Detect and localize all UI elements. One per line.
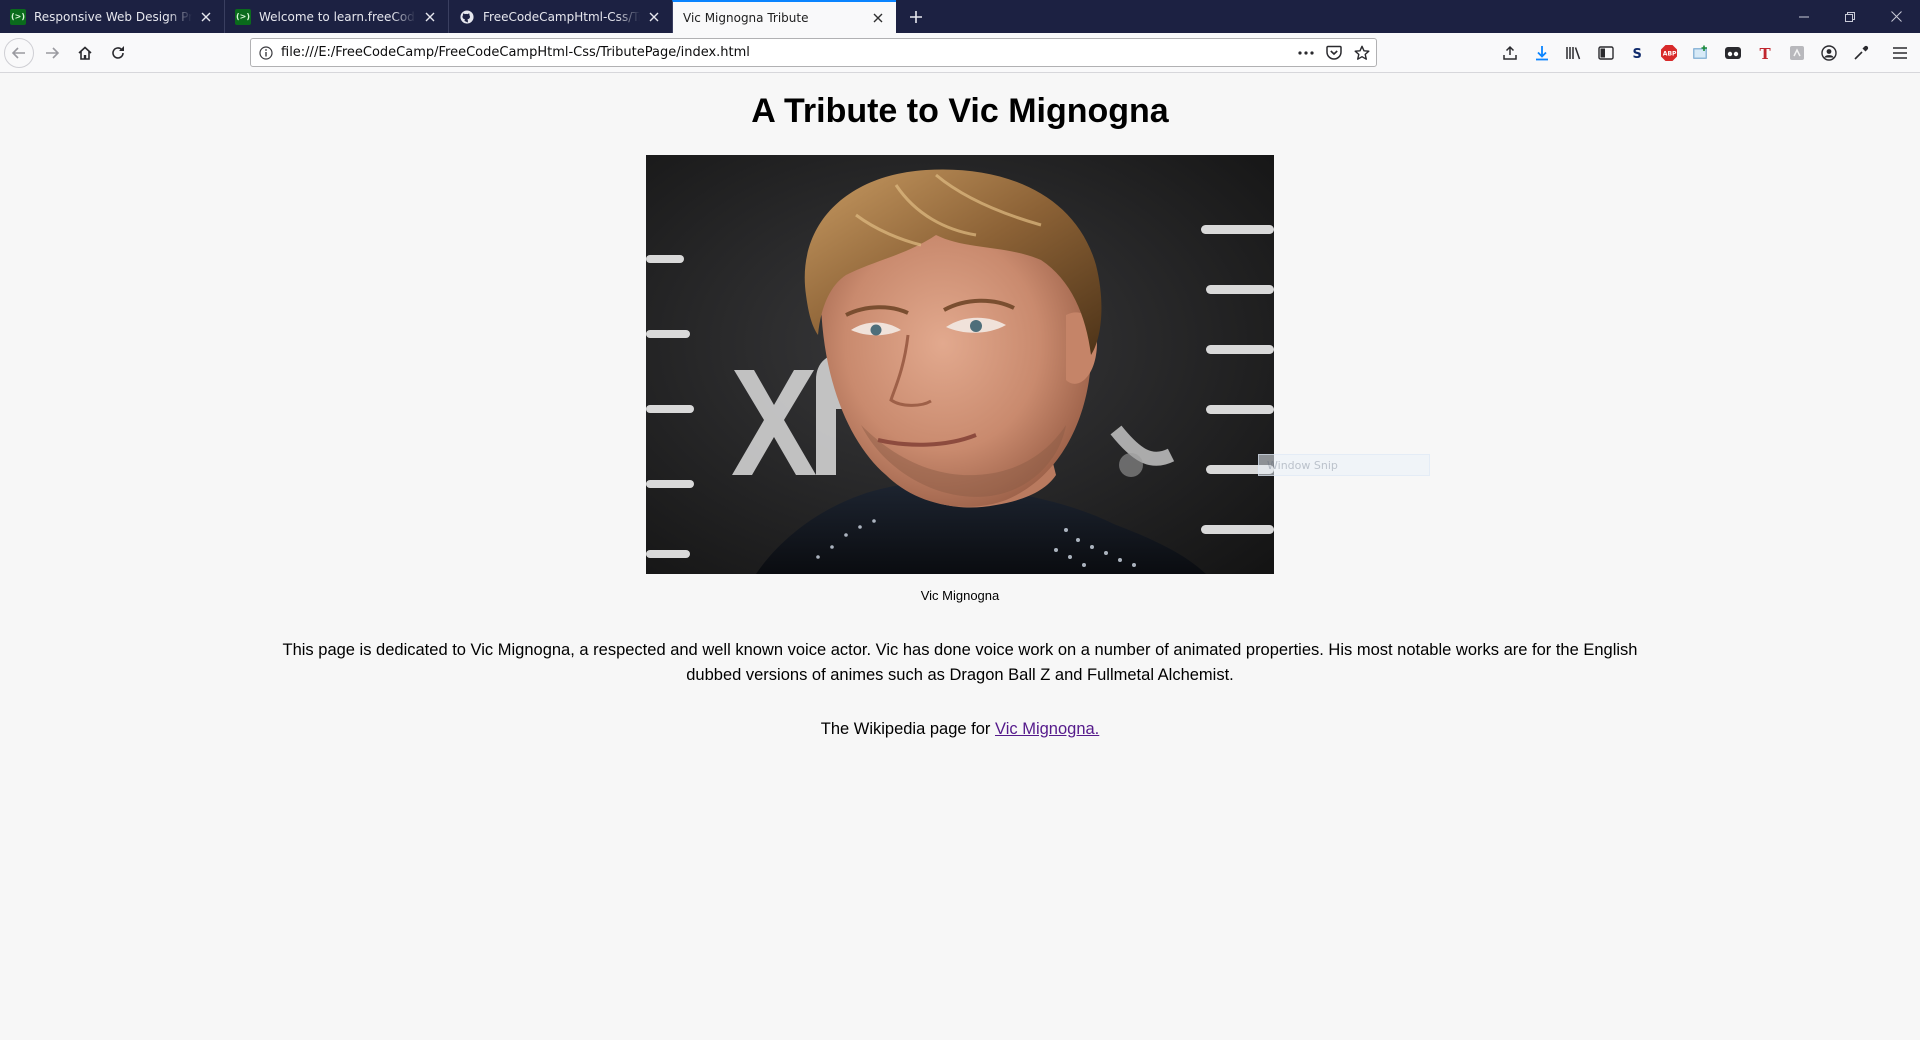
svg-text:ABP: ABP (1663, 51, 1677, 58)
wikipedia-line: The Wikipedia page for Vic Mignogna. (0, 720, 1920, 739)
menu-button[interactable] (1888, 41, 1912, 65)
pocket-icon (1326, 45, 1342, 60)
portrait-image (646, 155, 1274, 574)
incognito-icon (1725, 47, 1741, 59)
arrow-left-icon (11, 47, 25, 59)
download-arrow-icon (1536, 46, 1548, 61)
page-actions-button[interactable] (1292, 50, 1320, 55)
account-button[interactable] (1817, 41, 1841, 65)
tab-title: Responsive Web Design Projects (34, 9, 192, 24)
tab-github-tributepage[interactable]: FreeCodeCampHtml-Css/TributePage (448, 0, 672, 33)
url-text[interactable]: file:///E:/FreeCodeCamp/FreeCodeCampHtml… (281, 45, 1292, 60)
tab-vic-mignogna-tribute[interactable]: Vic Mignogna Tribute (672, 0, 896, 33)
svg-text:T: T (1760, 45, 1772, 61)
adblock-plus-button[interactable]: ABP (1657, 41, 1681, 65)
extension-s-button[interactable]: S (1625, 41, 1649, 65)
s-extension-icon: S (1633, 47, 1642, 61)
tile-extension-icon (1790, 46, 1804, 60)
close-window-button[interactable] (1874, 0, 1918, 33)
adblock-plus-icon: ABP (1661, 45, 1677, 61)
hamburger-menu-icon (1893, 47, 1907, 59)
eyedropper-button[interactable] (1849, 41, 1873, 65)
wikipedia-link[interactable]: Vic Mignogna. (995, 720, 1099, 738)
navigation-toolbar: file:///E:/FreeCodeCamp/FreeCodeCampHtml… (0, 33, 1920, 73)
pocket-button[interactable] (1320, 45, 1348, 60)
downloads-button[interactable] (1530, 41, 1554, 65)
minimize-icon (1799, 16, 1809, 17)
tab-welcome-freecodecamp[interactable]: (>) Welcome to learn.freeCodeCamp (224, 0, 448, 33)
new-tab-button[interactable] (904, 6, 928, 28)
window-snip-overlay: Window Snip (1258, 454, 1430, 476)
minimize-button[interactable] (1782, 0, 1826, 33)
window-snip-label: Window Snip (1267, 458, 1338, 472)
more-dots-icon (1298, 50, 1314, 55)
close-icon (1890, 11, 1902, 22)
close-tab-icon[interactable] (646, 9, 662, 25)
save-to-cloud-button[interactable] (1498, 41, 1522, 65)
eyedropper-icon (1854, 45, 1869, 60)
github-favicon-icon (459, 9, 475, 25)
account-icon (1821, 45, 1837, 61)
home-button[interactable] (71, 39, 99, 67)
t-extension-button[interactable]: T (1753, 41, 1777, 65)
reload-icon (112, 46, 124, 59)
tab-title: Vic Mignogna Tribute (683, 10, 809, 25)
close-tab-icon[interactable] (198, 9, 214, 25)
page-content: A Tribute to Vic Mignogna Vic Mignogna T… (0, 74, 1920, 1040)
close-tab-icon[interactable] (422, 9, 438, 25)
wikipedia-prefix: The Wikipedia page for (820, 720, 995, 738)
back-button[interactable] (4, 38, 34, 68)
tab-title: FreeCodeCampHtml-Css/TributePage (483, 9, 640, 24)
tab-strip: (>) Responsive Web Design Projects (>) W… (0, 0, 1920, 33)
address-bar[interactable]: file:///E:/FreeCodeCamp/FreeCodeCampHtml… (250, 38, 1377, 67)
image-caption: Vic Mignogna (920, 588, 1000, 603)
svg-text:S: S (1633, 47, 1642, 61)
tab-title: Welcome to learn.freeCodeCamp (259, 9, 416, 24)
intro-paragraph: This page is dedicated to Vic Mignogna, … (282, 641, 1638, 684)
page-title: A Tribute to Vic Mignogna (751, 92, 1169, 130)
close-tab-icon[interactable] (870, 10, 886, 26)
arrow-right-icon (46, 47, 60, 59)
tab-responsive-web-design[interactable]: (>) Responsive Web Design Projects (0, 0, 224, 33)
library-button[interactable] (1562, 41, 1586, 65)
upload-tray-icon (1503, 45, 1517, 60)
home-icon (78, 46, 92, 60)
page-info-icon[interactable] (251, 45, 281, 60)
restore-button[interactable] (1828, 0, 1872, 33)
bookmark-star-button[interactable] (1348, 45, 1376, 61)
sidebar-icon (1598, 46, 1614, 60)
tribute-photo (646, 155, 1274, 574)
forward-button[interactable] (38, 39, 66, 67)
freecodecamp-favicon-icon: (>) (10, 8, 26, 25)
screenshot-icon (1693, 45, 1707, 59)
grey-extension-button[interactable] (1785, 41, 1809, 65)
screenshot-extension-button[interactable] (1689, 41, 1713, 65)
t-extension-icon: T (1760, 45, 1772, 61)
library-icon (1566, 47, 1581, 60)
reload-button[interactable] (104, 39, 132, 67)
plus-icon (910, 11, 922, 23)
freecodecamp-favicon-icon: (>) (235, 8, 251, 25)
sidebar-button[interactable] (1594, 41, 1618, 65)
incognito-extension-button[interactable] (1721, 41, 1745, 65)
star-icon (1354, 45, 1370, 60)
restore-icon (1845, 11, 1855, 22)
